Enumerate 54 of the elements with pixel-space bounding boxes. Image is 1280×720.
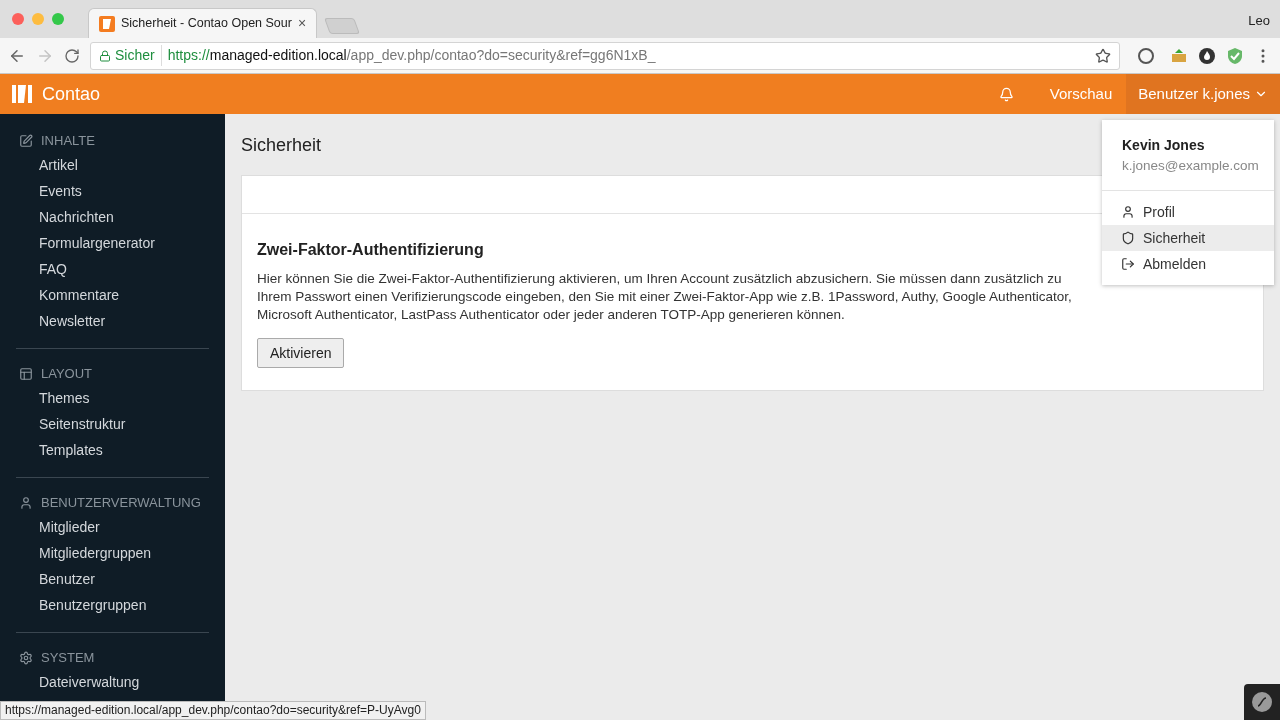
- shield-check-icon[interactable]: [1226, 46, 1244, 65]
- sidebar-item[interactable]: Seitenstruktur: [16, 411, 209, 437]
- description-text: Hier können Sie die Zwei-Faktor-Authentifizierung aktivieren, um Ihren Account zusätzlich abzusichern. Sie müssen dann zusätzlich zu Ihrem Passwort einen Verifizierungscode eingeben, den Sie mit einer Zwei-Faktor-App wie z.B. 1Password, Authy, Google Authenticator, Microsoft Authenticator, LastPass Authenticator oder jeder anderen TOTP-App generieren können.: [257, 270, 1073, 324]
- dropdown-item[interactable]: Abmelden: [1102, 251, 1274, 278]
- sidebar-item[interactable]: Nachrichten: [16, 204, 209, 230]
- dropdown-item[interactable]: Profil: [1102, 199, 1274, 226]
- reload-button[interactable]: [64, 47, 80, 64]
- sidebar-item[interactable]: Mitgliedergruppen: [16, 540, 209, 566]
- address-field[interactable]: Sicher https://managed-edition.local/app_dev.php/contao?do=security&ref=gg6N1xB_: [90, 41, 1120, 70]
- tab-title: Sicherheit - Contao Open Sour: [121, 15, 292, 33]
- shield-icon: [1121, 231, 1135, 246]
- sidebar-item[interactable]: Newsletter: [16, 308, 209, 334]
- activate-button[interactable]: Aktivieren: [257, 338, 345, 368]
- layout-icon: [19, 367, 33, 381]
- sidebar-item[interactable]: Events: [16, 178, 209, 204]
- logo-icon: [10, 83, 34, 105]
- section-heading[interactable]: SYSTEM: [41, 648, 95, 668]
- logout-icon: [1121, 257, 1135, 272]
- box-extension-icon[interactable]: [1170, 47, 1188, 64]
- settings-icon: [19, 651, 33, 665]
- user-icon: [19, 496, 33, 510]
- toolbar-toggle-button[interactable]: [1244, 684, 1280, 720]
- maximize-window-button[interactable]: [52, 13, 64, 25]
- sidebar-item[interactable]: Benutzer: [16, 566, 209, 592]
- sidebar-item[interactable]: FAQ: [16, 256, 209, 282]
- sidebar-item[interactable]: Kommentare: [16, 282, 209, 308]
- profile-name[interactable]: Leo: [1248, 11, 1270, 31]
- dropdown-item[interactable]: Sicherheit: [1102, 225, 1274, 252]
- tab-close-button[interactable]: ×: [297, 13, 307, 34]
- sidebar-item[interactable]: Templates: [16, 437, 209, 463]
- user-name: Kevin Jones: [1122, 136, 1206, 155]
- page-title: Sicherheit: [241, 134, 322, 157]
- sidebar-item[interactable]: Dateiverwaltung: [16, 669, 209, 695]
- section-heading[interactable]: LAYOUT: [41, 364, 93, 384]
- sidebar-item[interactable]: Formulargenerator: [16, 230, 209, 256]
- section-heading[interactable]: BENUTZERVERWALTUNG: [41, 493, 201, 513]
- section-title: Zwei-Faktor-Authentifizierung: [257, 240, 484, 260]
- logo-icon: [1251, 691, 1273, 713]
- sidebar-item[interactable]: Mitglieder: [16, 514, 209, 540]
- url-text: https://managed-edition.local/app_dev.php/contao?do=security&ref=gg6N1xB_: [166, 46, 656, 65]
- status-bar-url: https://managed-edition.local/app_dev.php/contao?do=security&ref=P-UyAvg0: [0, 701, 426, 720]
- user-icon: [1121, 205, 1135, 220]
- secure-label: Sicher: [115, 45, 162, 66]
- section-heading[interactable]: INHALTE: [41, 131, 95, 151]
- sidebar-item[interactable]: Themes: [16, 385, 209, 411]
- sidebar-item[interactable]: Artikel: [16, 152, 209, 178]
- notifications-icon[interactable]: [998, 86, 1014, 102]
- close-window-button[interactable]: [12, 13, 24, 25]
- lock-icon: [99, 49, 111, 62]
- sidebar-item[interactable]: Benutzergruppen: [16, 592, 209, 618]
- browser-tab[interactable]: Sicherheit - Contao Open Sour ×: [88, 8, 318, 38]
- bookmark-star-icon[interactable]: [1095, 47, 1111, 64]
- logo-icon: [99, 15, 115, 32]
- edit-icon: [19, 134, 33, 148]
